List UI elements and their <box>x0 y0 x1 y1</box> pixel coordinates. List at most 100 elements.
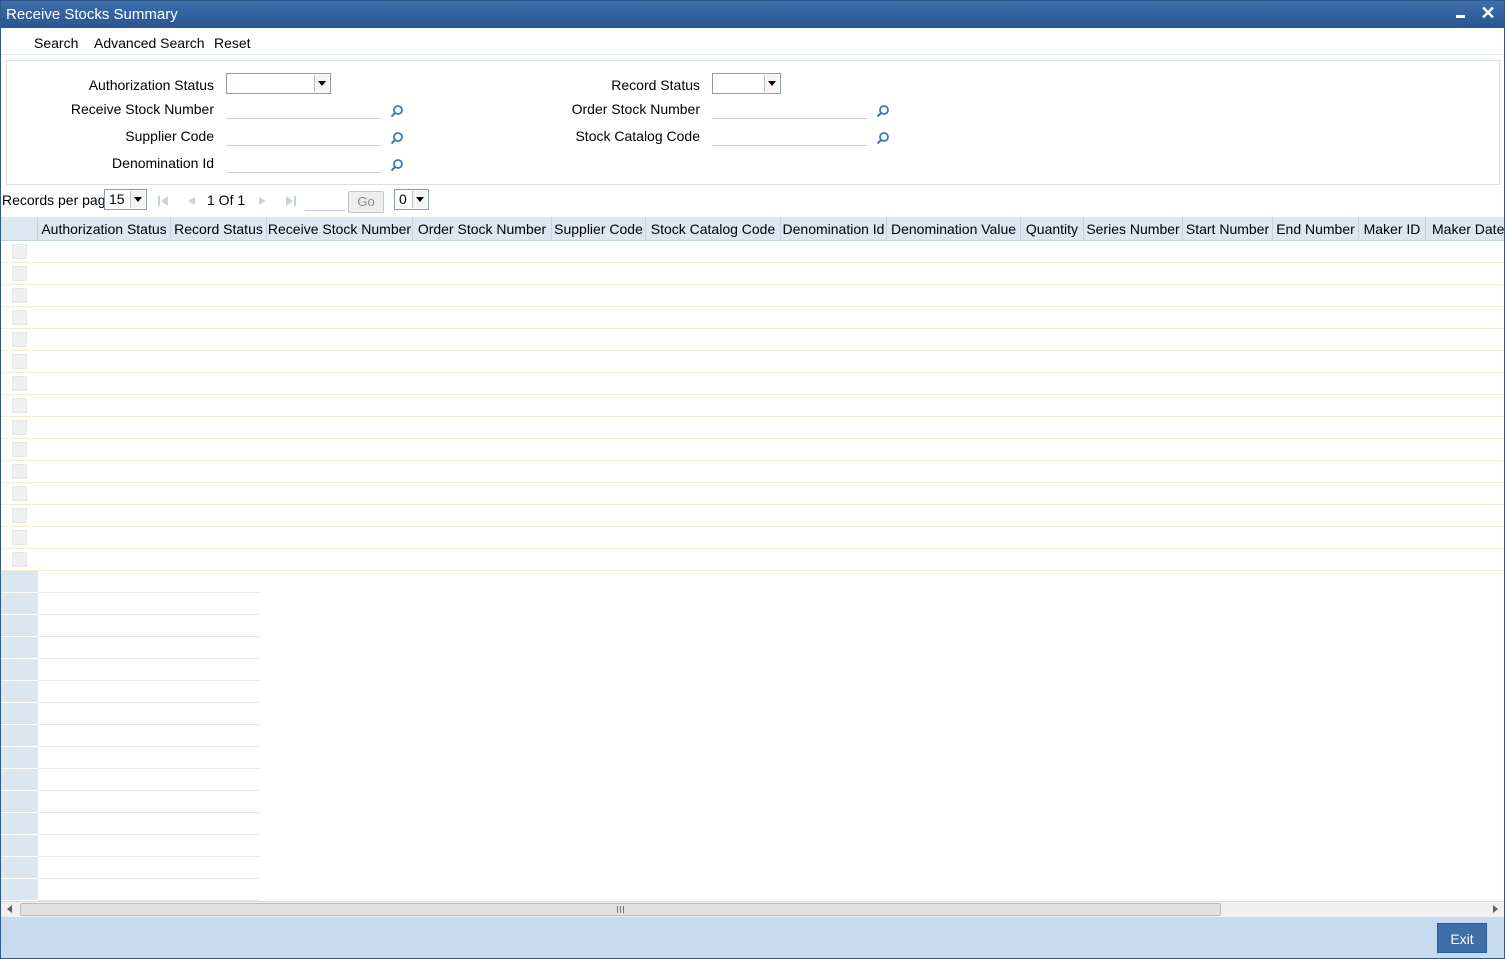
previous-page-icon[interactable] <box>185 195 197 207</box>
row-checkbox[interactable] <box>12 420 27 435</box>
search-icon[interactable] <box>390 131 404 145</box>
row-checkbox[interactable] <box>12 288 27 303</box>
empty-row <box>1 835 261 857</box>
column-header[interactable]: Supplier Code <box>552 217 646 241</box>
advanced-search-button[interactable]: Advanced Search <box>94 35 205 51</box>
chevron-down-icon <box>764 75 779 92</box>
row-gutter <box>1 703 38 725</box>
column-header[interactable]: Authorization Status <box>38 217 171 241</box>
column-header[interactable]: End Number <box>1273 217 1359 241</box>
scrollbar-thumb[interactable] <box>20 903 1221 916</box>
select-all-column[interactable] <box>1 217 38 241</box>
denomination-id-input[interactable] <box>226 151 381 173</box>
row-checkbox[interactable] <box>12 486 27 501</box>
table-row[interactable] <box>1 417 1504 439</box>
column-header[interactable]: Order Stock Number <box>413 217 552 241</box>
close-icon[interactable]: ✕ <box>1479 4 1497 22</box>
column-header[interactable]: Maker ID <box>1359 217 1426 241</box>
table-row[interactable] <box>1 285 1504 307</box>
last-page-icon[interactable] <box>285 195 297 207</box>
first-page-icon[interactable] <box>157 195 169 207</box>
row-checkbox[interactable] <box>12 244 27 259</box>
column-header[interactable]: Receive Stock Number <box>267 217 413 241</box>
row-checkbox[interactable] <box>12 398 27 413</box>
search-icon[interactable] <box>876 131 890 145</box>
empty-row <box>1 571 261 593</box>
table-row[interactable] <box>1 461 1504 483</box>
search-criteria-panel: Authorization Status Receive Stock Numbe… <box>6 60 1500 185</box>
authorization-status-select[interactable] <box>226 73 331 94</box>
row-checkbox[interactable] <box>12 442 27 457</box>
table-row[interactable] <box>1 373 1504 395</box>
records-per-page-select[interactable]: 15 <box>104 189 147 210</box>
denomination-id-label: Denomination Id <box>112 155 214 171</box>
receive-stock-number-label: Receive Stock Number <box>70 101 214 117</box>
row-checkbox[interactable] <box>12 266 27 281</box>
minimize-icon[interactable] <box>1453 6 1469 22</box>
table-row[interactable] <box>1 549 1504 571</box>
page-select[interactable]: 0 <box>394 189 429 210</box>
receive-stock-number-input[interactable] <box>226 97 381 119</box>
table-row[interactable] <box>1 263 1504 285</box>
table-row[interactable] <box>1 351 1504 373</box>
table-row[interactable] <box>1 483 1504 505</box>
column-header[interactable]: Stock Catalog Code <box>646 217 781 241</box>
window-title: Receive Stocks Summary <box>6 6 178 23</box>
records-per-page-label: Records per page <box>2 192 114 208</box>
search-icon[interactable] <box>390 158 404 172</box>
row-gutter <box>1 571 38 593</box>
record-status-select[interactable] <box>712 73 781 94</box>
column-header[interactable]: Start Number <box>1183 217 1273 241</box>
supplier-code-label: Supplier Code <box>125 128 214 144</box>
table-row[interactable] <box>1 527 1504 549</box>
footer-bar: Exit <box>1 917 1504 958</box>
column-header[interactable]: Maker Date Stam <box>1426 217 1504 241</box>
empty-row <box>1 747 261 769</box>
reset-button[interactable]: Reset <box>214 35 251 51</box>
empty-row <box>1 659 261 681</box>
horizontal-scrollbar[interactable] <box>1 901 1504 917</box>
row-checkbox[interactable] <box>12 464 27 479</box>
row-checkbox[interactable] <box>12 310 27 325</box>
column-header[interactable]: Denomination Id <box>781 217 887 241</box>
chevron-down-icon <box>412 191 427 208</box>
empty-row <box>1 725 261 747</box>
row-checkbox[interactable] <box>12 530 27 545</box>
column-header[interactable]: Series Number <box>1084 217 1183 241</box>
row-checkbox[interactable] <box>12 354 27 369</box>
column-header[interactable]: Denomination Value <box>887 217 1021 241</box>
column-header[interactable]: Quantity <box>1021 217 1084 241</box>
row-gutter <box>1 725 38 747</box>
table-row[interactable] <box>1 505 1504 527</box>
supplier-code-input[interactable] <box>226 124 381 146</box>
records-per-page-value: 15 <box>109 191 125 207</box>
row-checkbox[interactable] <box>12 552 27 567</box>
next-page-icon[interactable] <box>257 195 269 207</box>
table-row[interactable] <box>1 329 1504 351</box>
grip-icon <box>617 906 624 913</box>
table-row[interactable] <box>1 395 1504 417</box>
row-checkbox[interactable] <box>12 508 27 523</box>
stock-catalog-code-label: Stock Catalog Code <box>575 128 700 144</box>
order-stock-number-label: Order Stock Number <box>571 101 700 117</box>
go-button[interactable]: Go <box>348 191 384 213</box>
stock-catalog-code-input[interactable] <box>712 124 867 146</box>
scroll-right-icon[interactable] <box>1493 905 1498 913</box>
column-header[interactable]: Record Status <box>171 217 267 241</box>
search-button[interactable]: Search <box>34 35 78 51</box>
scroll-left-icon[interactable] <box>7 905 12 913</box>
order-stock-number-input[interactable] <box>712 97 867 119</box>
row-gutter <box>1 857 38 879</box>
table-row[interactable] <box>1 241 1504 263</box>
authorization-status-label: Authorization Status <box>88 77 214 93</box>
search-icon[interactable] <box>390 104 404 118</box>
exit-button[interactable]: Exit <box>1437 923 1487 953</box>
table-row[interactable] <box>1 439 1504 461</box>
empty-row <box>1 769 261 791</box>
goto-page-input[interactable] <box>305 191 345 211</box>
row-checkbox[interactable] <box>12 332 27 347</box>
row-checkbox[interactable] <box>12 376 27 391</box>
search-icon[interactable] <box>876 104 890 118</box>
table-row[interactable] <box>1 307 1504 329</box>
chevron-down-icon <box>314 75 329 92</box>
